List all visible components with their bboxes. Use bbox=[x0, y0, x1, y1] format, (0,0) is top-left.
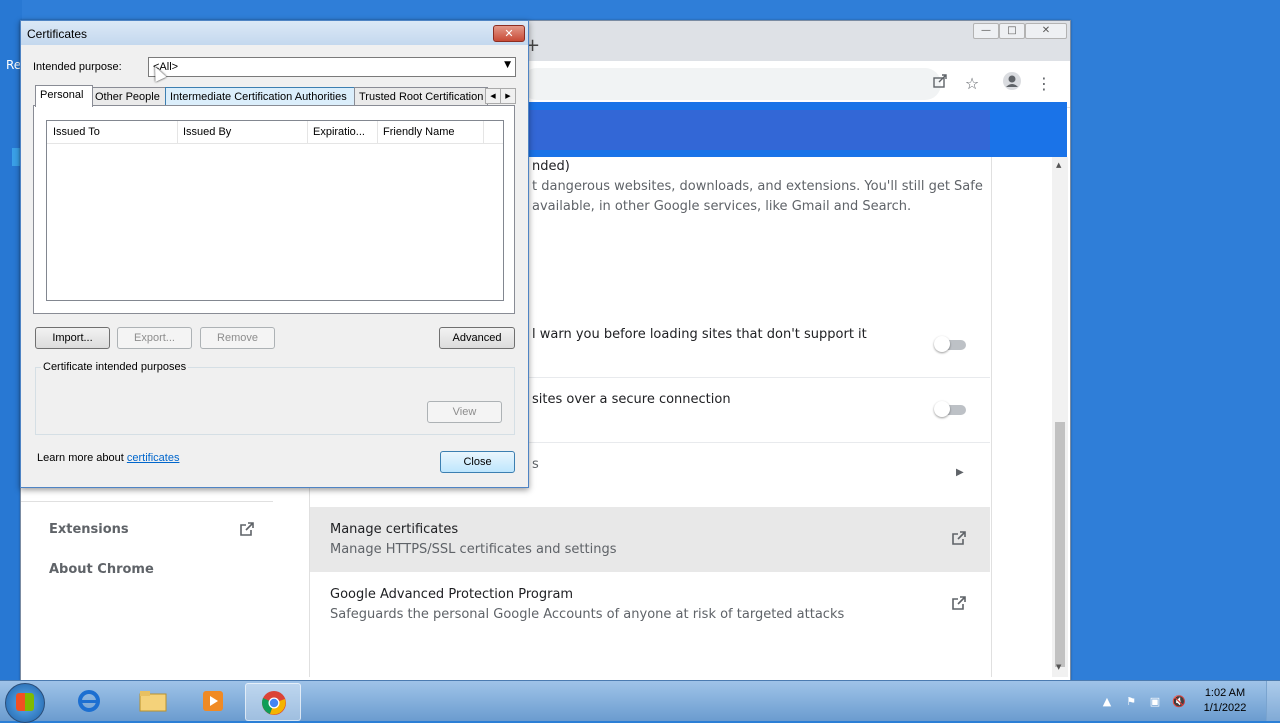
scrollbar[interactable]: ▲ ▼ bbox=[1052, 157, 1068, 677]
taskbar-internet-explorer[interactable] bbox=[62, 683, 116, 719]
safe-browsing-option-title: nded) bbox=[532, 159, 570, 174]
secure-dns-toggle[interactable] bbox=[934, 401, 966, 417]
sidebar-item-about-chrome[interactable]: About Chrome bbox=[49, 562, 154, 577]
dialog-title: Certificates bbox=[27, 27, 88, 41]
safe-browsing-option-desc-line1: t dangerous websites, downloads, and ext… bbox=[532, 179, 983, 194]
close-window-button[interactable]: ✕ bbox=[1025, 23, 1067, 39]
certificates-link[interactable]: certificates bbox=[127, 452, 180, 464]
learn-more-prefix: Learn more about bbox=[37, 452, 127, 464]
tab-scroll-right-icon[interactable]: ▶ bbox=[500, 88, 516, 104]
view-button[interactable]: View bbox=[427, 401, 502, 423]
always-use-https-desc: l warn you before loading sites that don… bbox=[532, 327, 867, 342]
taskbar-file-explorer[interactable] bbox=[124, 683, 178, 719]
chevron-down-icon: ▼ bbox=[504, 60, 511, 70]
column-separator[interactable] bbox=[177, 121, 178, 143]
certificates-list[interactable]: Issued To Issued By Expiratio... Friendl… bbox=[46, 120, 504, 301]
show-hidden-icons-icon[interactable]: ▲ bbox=[1100, 695, 1114, 709]
tab-scroll-left-icon[interactable]: ◀ bbox=[485, 88, 501, 104]
scroll-up-icon[interactable]: ▲ bbox=[1056, 161, 1061, 169]
advanced-button[interactable]: Advanced bbox=[439, 327, 515, 349]
system-clock[interactable]: 1:02 AM 1/1/2022 bbox=[1190, 686, 1260, 716]
column-friendly-name[interactable]: Friendly Name bbox=[383, 126, 455, 138]
taskbar-media-player[interactable] bbox=[186, 683, 240, 719]
close-button[interactable]: Close bbox=[440, 451, 515, 473]
internet-explorer-icon bbox=[77, 689, 101, 713]
network-icon[interactable]: ▣ bbox=[1148, 695, 1162, 709]
maximize-button[interactable]: □ bbox=[999, 23, 1025, 39]
taskbar-chrome[interactable] bbox=[245, 683, 301, 721]
manage-certificates-title: Manage certificates bbox=[330, 522, 459, 537]
scroll-thumb[interactable] bbox=[1055, 422, 1065, 667]
star-icon[interactable]: ☆ bbox=[959, 71, 985, 97]
learn-more-text: Learn more about certificates bbox=[37, 452, 179, 464]
column-separator[interactable] bbox=[377, 121, 378, 143]
external-link-icon bbox=[239, 521, 257, 539]
tab-trusted-root[interactable]: Trusted Root Certification bbox=[354, 87, 488, 106]
windows-logo-icon bbox=[16, 693, 34, 711]
sidebar-divider bbox=[21, 501, 273, 502]
desktop-icon-label-fragment[interactable]: Re bbox=[6, 58, 21, 72]
column-separator[interactable] bbox=[307, 121, 308, 143]
advanced-protection-title[interactable]: Google Advanced Protection Program bbox=[330, 587, 573, 602]
external-link-icon bbox=[951, 530, 969, 548]
remove-button[interactable]: Remove bbox=[200, 327, 275, 349]
scroll-down-icon[interactable]: ▼ bbox=[1056, 663, 1061, 671]
column-issued-to[interactable]: Issued To bbox=[53, 126, 100, 138]
intended-purposes-label: Certificate intended purposes bbox=[41, 361, 189, 373]
minimize-button[interactable]: — bbox=[973, 23, 999, 39]
tab-personal[interactable]: Personal bbox=[35, 85, 93, 107]
column-separator[interactable] bbox=[483, 121, 484, 143]
dialog-close-button[interactable]: ✕ bbox=[493, 25, 525, 42]
export-button[interactable]: Export... bbox=[117, 327, 192, 349]
column-expiration[interactable]: Expiratio... bbox=[313, 126, 365, 138]
tab-other-people[interactable]: Other People bbox=[90, 87, 167, 106]
row-fragment: s bbox=[532, 457, 539, 472]
action-center-flag-icon[interactable]: ⚑ bbox=[1124, 695, 1138, 709]
intended-purpose-select[interactable]: <All> ▼ bbox=[148, 57, 516, 77]
clock-time: 1:02 AM bbox=[1204, 687, 1246, 699]
import-button[interactable]: Import... bbox=[35, 327, 110, 349]
clock-date: 1/1/2022 bbox=[1203, 702, 1247, 714]
profile-icon[interactable] bbox=[999, 71, 1025, 97]
manage-certificates-row[interactable]: Manage certificates Manage HTTPS/SSL cer… bbox=[310, 507, 990, 572]
tab-intermediate-ca[interactable]: Intermediate Certification Authorities bbox=[165, 87, 355, 106]
taskbar: ▲ ⚑ ▣ 🔇 1:02 AM 1/1/2022 bbox=[0, 680, 1280, 723]
advanced-protection-desc: Safeguards the personal Google Accounts … bbox=[330, 607, 845, 622]
arrow-right-icon[interactable]: ▶ bbox=[956, 467, 964, 478]
always-use-https-toggle[interactable] bbox=[934, 336, 966, 352]
dialog-titlebar[interactable]: Certificates ✕ bbox=[21, 21, 528, 45]
start-button[interactable] bbox=[5, 683, 45, 723]
intended-purpose-label: Intended purpose: bbox=[33, 61, 122, 73]
chrome-icon bbox=[261, 690, 286, 715]
certificate-tabs: Personal Other People Intermediate Certi… bbox=[33, 85, 516, 107]
media-player-icon bbox=[201, 689, 225, 713]
secure-dns-desc: sites over a secure connection bbox=[532, 392, 731, 407]
sidebar-item-extensions[interactable]: Extensions bbox=[49, 522, 129, 537]
column-issued-by[interactable]: Issued By bbox=[183, 126, 231, 138]
external-link-icon[interactable] bbox=[951, 595, 969, 613]
settings-search-area[interactable] bbox=[529, 110, 990, 150]
show-desktop-button[interactable] bbox=[1266, 681, 1280, 721]
desktop-icons-column bbox=[0, 0, 22, 680]
share-icon[interactable] bbox=[927, 71, 953, 97]
menu-icon[interactable]: ⋮ bbox=[1031, 71, 1057, 97]
address-bar[interactable] bbox=[521, 68, 941, 100]
safe-browsing-option-desc-line2: available, in other Google services, lik… bbox=[532, 199, 912, 214]
volume-muted-icon[interactable]: 🔇 bbox=[1172, 695, 1186, 709]
manage-certificates-desc: Manage HTTPS/SSL certificates and settin… bbox=[330, 542, 617, 557]
certificates-dialog: Certificates ✕ Intended purpose: <All> ▼… bbox=[20, 20, 529, 488]
file-explorer-icon bbox=[139, 689, 167, 713]
tab-panel-personal: Issued To Issued By Expiratio... Friendl… bbox=[33, 105, 515, 314]
list-header: Issued To Issued By Expiratio... Friendl… bbox=[47, 121, 503, 144]
